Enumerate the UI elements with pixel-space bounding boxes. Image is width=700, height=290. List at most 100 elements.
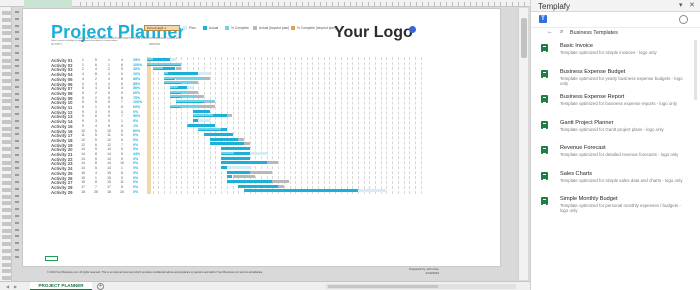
templafy-logo-icon: T [539, 15, 547, 23]
excel-document-icon [541, 44, 548, 52]
close-icon[interactable]: ✕ [689, 1, 695, 9]
gantt-gridline [329, 57, 331, 194]
column-tick [260, 2, 261, 6]
template-item[interactable]: Gantt Project Planner Template optimized… [541, 119, 691, 143]
footer-prepared: Prepared by John Doe 2/19/2019 [393, 267, 439, 275]
row-number[interactable] [2, 113, 11, 117]
tab-next-icon[interactable]: ▶ [14, 284, 17, 289]
panel-scrollbar[interactable] [694, 40, 698, 270]
row-number[interactable] [2, 72, 11, 77]
row-number[interactable] [2, 85, 11, 90]
horizontal-scrollbar[interactable] [326, 284, 516, 289]
row-number[interactable] [2, 215, 11, 219]
actual-bar [164, 71, 199, 75]
template-search-row[interactable]: ← ⌕ Business Templates [541, 28, 691, 40]
column-tick [488, 2, 489, 6]
row-header-bar[interactable] [0, 7, 12, 281]
template-item[interactable]: Simple Monthly Budget Template optimized… [541, 195, 691, 219]
scroll-thumb[interactable] [328, 285, 438, 288]
row-number[interactable] [2, 167, 11, 172]
row-number[interactable] [2, 51, 11, 56]
column-header-bar[interactable] [0, 0, 530, 7]
row-number[interactable] [2, 65, 11, 70]
row-number[interactable] [2, 99, 11, 104]
plan-start: 18 [81, 189, 85, 194]
row-number[interactable] [2, 133, 11, 138]
column-tick [476, 2, 477, 6]
search-category[interactable]: Business Templates [570, 30, 618, 36]
row-number[interactable] [2, 45, 11, 49]
row-group-marker [15, 65, 19, 68]
worksheet[interactable]: Project Planner Select a period to highl… [22, 8, 501, 275]
row-number[interactable] [2, 187, 11, 192]
row-number[interactable] [2, 126, 11, 131]
period-highlight-input[interactable]: Period Highl 1 [144, 25, 180, 31]
column-tick [386, 2, 387, 6]
template-item[interactable]: Revenue Forecast Template optimized for … [541, 144, 691, 168]
legend-swatch [291, 26, 295, 30]
column-tick [452, 2, 453, 6]
actual-beyond-plan-bar [175, 67, 182, 71]
scroll-thumb[interactable] [694, 40, 697, 100]
row-number[interactable] [2, 255, 11, 260]
column-tick [416, 2, 417, 6]
template-name: Simple Monthly Budget [560, 196, 618, 202]
row-group-marker [15, 147, 19, 149]
row-number[interactable] [2, 235, 11, 240]
add-sheet-button[interactable]: + [97, 283, 104, 290]
row-number[interactable] [2, 106, 11, 111]
row-number[interactable] [2, 153, 11, 158]
percent-complete: 0% [133, 189, 139, 194]
row-number[interactable] [2, 228, 11, 233]
row-number[interactable] [2, 119, 11, 124]
template-item[interactable]: Business Expense Report Template optimiz… [541, 93, 691, 117]
row-number[interactable] [2, 208, 11, 213]
row-number[interactable] [2, 58, 11, 63]
legend-label: Actual [209, 26, 219, 30]
tab-project-planner[interactable]: PROJECT PLANNER [30, 282, 92, 290]
search-icon[interactable]: ⌕ [560, 29, 563, 36]
column-tick [332, 2, 333, 6]
row-number[interactable] [2, 160, 11, 165]
row-group-marker [15, 79, 19, 81]
row-group-marker [15, 242, 19, 245]
row-number[interactable] [2, 269, 11, 274]
row-number[interactable] [2, 31, 11, 36]
gantt-gridline [278, 57, 280, 194]
templafy-panel: Templafy ▾ ✕ T ← ⌕ Business Templates Ba… [530, 0, 700, 290]
row-number[interactable] [2, 11, 11, 15]
row-number[interactable] [2, 242, 11, 247]
row-number[interactable] [2, 140, 11, 145]
row-number[interactable] [2, 38, 11, 43]
template-item[interactable]: Sales Charts Template optimized for simp… [541, 170, 691, 194]
template-item[interactable]: Basic Invoice Template optimized for sim… [541, 42, 691, 66]
back-arrow-icon[interactable]: ← [547, 29, 553, 35]
selected-columns[interactable] [24, 0, 72, 7]
row-number[interactable] [2, 276, 11, 281]
row-number[interactable] [2, 92, 11, 97]
row-number[interactable] [2, 262, 11, 267]
row-number[interactable] [2, 201, 11, 206]
row-number[interactable] [2, 249, 11, 253]
vertical-scrollbar[interactable] [518, 8, 528, 280]
template-item[interactable]: Business Expense Budget Template optimiz… [541, 68, 691, 92]
row-number[interactable] [2, 194, 11, 199]
row-group-marker [15, 228, 19, 231]
active-cell-selection[interactable] [45, 256, 58, 261]
panel-menu-icon[interactable]: ▾ [679, 1, 683, 9]
row-number[interactable] [2, 181, 11, 185]
row-number[interactable] [2, 79, 11, 83]
user-avatar-icon[interactable] [679, 15, 688, 24]
row-number[interactable] [2, 221, 11, 226]
row-number[interactable] [2, 17, 11, 22]
row-number[interactable] [2, 147, 11, 151]
percent-complete-bar [169, 90, 187, 93]
row-number[interactable] [2, 174, 11, 179]
row-number[interactable] [2, 24, 11, 29]
tab-prev-icon[interactable]: ◀ [6, 284, 9, 289]
template-name: Basic Invoice [560, 43, 593, 49]
column-tick [482, 2, 483, 6]
scroll-thumb[interactable] [521, 18, 527, 58]
row-group-bar[interactable] [14, 7, 20, 267]
column-tick [200, 2, 201, 6]
